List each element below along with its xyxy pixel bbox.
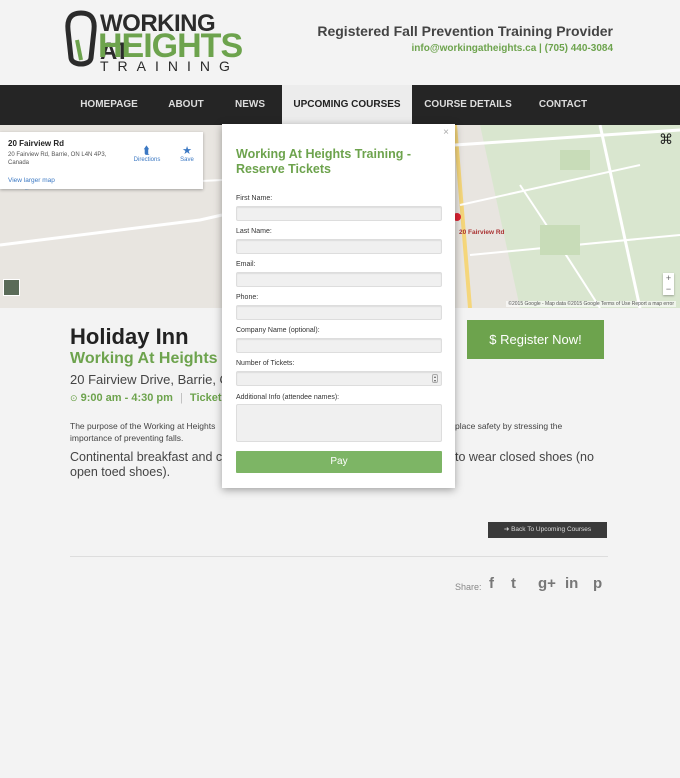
phone-label: Phone: [236,294,259,301]
event-time: ⊙ 9:00 am - 4:30 pm | Tickets [70,392,228,404]
site-logo[interactable]: WORKING AT HEIGHTS TRAINING [64,10,244,74]
last-name-label: Last Name: [236,228,272,235]
number-of-tickets-label: Number of Tickets: [236,360,295,367]
twitter-icon[interactable]: t [511,575,516,592]
register-now-button[interactable]: $ Register Now! [467,320,604,359]
number-of-tickets-input[interactable]: ▴ ▾ [236,371,442,386]
share-label: Share: [455,582,482,592]
event-subtitle: Working At Heights [70,350,218,367]
nav-news[interactable]: NEWS [222,85,278,125]
desc2-line2: open toed shoes). [70,465,171,479]
modal-title: Working At Heights Training - Reserve Ti… [236,147,411,176]
map-pin-label: 20 Fairview Rd [459,229,505,236]
map-info-card: 20 Fairview Rd 20 Fairview Rd, Barrie, O… [0,132,203,189]
additional-info-textarea[interactable] [236,404,442,442]
google-plus-icon[interactable]: g+ [538,575,556,592]
directions-button[interactable]: ⮬ Directions [132,145,162,163]
map-fullscreen-icon[interactable]: ⌘ [659,131,673,148]
email-label: Email: [236,261,256,268]
desc2-right: to wear closed shoes (no [455,450,594,464]
first-name-input[interactable] [236,206,442,221]
header-tagline: Registered Fall Prevention Training Prov… [317,23,613,54]
linkedin-icon[interactable]: in [565,575,578,592]
save-label: Save [180,157,194,163]
back-label: Back To Upcoming Courses [511,526,592,533]
tickets-stepper[interactable]: ▴ ▾ [432,374,438,383]
last-name-input[interactable] [236,239,442,254]
satellite-toggle[interactable] [3,279,20,296]
back-arrow-icon: ➜ [503,526,510,533]
event-time-text: 9:00 am - 4:30 pm [80,392,173,404]
nav-about[interactable]: ABOUT [155,85,217,125]
tagline-text: Registered Fall Prevention Training Prov… [317,23,613,39]
back-to-upcoming-courses-button[interactable]: ➜ Back To Upcoming Courses [488,522,607,538]
carabiner-icon [65,10,97,67]
site-header: WORKING AT HEIGHTS TRAINING Registered F… [0,0,680,85]
nav-homepage[interactable]: HOMEPAGE [69,85,149,125]
content-divider [70,556,608,557]
desc1-left: The purpose of the Working at Heights [70,421,216,431]
close-icon[interactable]: × [443,127,449,138]
map-card-title: 20 Fairview Rd [8,139,65,148]
clock-icon: ⊙ [70,393,78,403]
company-name-input[interactable] [236,338,442,353]
desc1-line2: importance of preventing falls. [70,433,184,443]
view-larger-map-link[interactable]: View larger map [8,177,55,184]
first-name-label: First Name: [236,195,273,202]
nav-contact[interactable]: CONTACT [526,85,600,125]
map-zoom-control[interactable]: + − [663,273,674,295]
event-title: Holiday Inn [70,324,189,349]
pinterest-icon[interactable]: p [593,575,602,592]
desc2-left: Continental breakfast and c [70,450,223,464]
pay-button[interactable]: Pay [236,451,442,473]
nav-upcoming-courses[interactable]: UPCOMING COURSES [282,85,412,125]
event-address: 20 Fairview Drive, Barrie, O [70,372,230,387]
additional-info-label: Additional Info (attendee names): [236,394,340,401]
reserve-tickets-modal: × Working At Heights Training - Reserve … [222,124,455,488]
save-button[interactable]: ★ Save [178,145,196,163]
map-attribution: ©2015 Google - Map data ©2015 Google Ter… [506,301,676,307]
company-name-label: Company Name (optional): [236,327,320,334]
main-nav: HOMEPAGE ABOUT NEWS UPCOMING COURSES COU… [0,85,680,125]
desc1-right: place safety by stressing the [455,421,563,431]
directions-icon: ⮬ [143,145,151,157]
directions-label: Directions [133,157,161,163]
facebook-icon[interactable]: f [489,575,494,592]
map-card-address: 20 Fairview Rd, Barrie, ON L4N 4P3, Cana… [8,152,107,166]
separator: | [180,392,183,404]
contact-info[interactable]: info@workingatheights.ca | (705) 440-308… [317,43,614,54]
phone-input[interactable] [236,305,442,320]
star-icon: ★ [182,145,192,157]
email-input[interactable] [236,272,442,287]
logo-line-3: TRAINING [100,58,239,74]
nav-course-details[interactable]: COURSE DETAILS [417,85,519,125]
